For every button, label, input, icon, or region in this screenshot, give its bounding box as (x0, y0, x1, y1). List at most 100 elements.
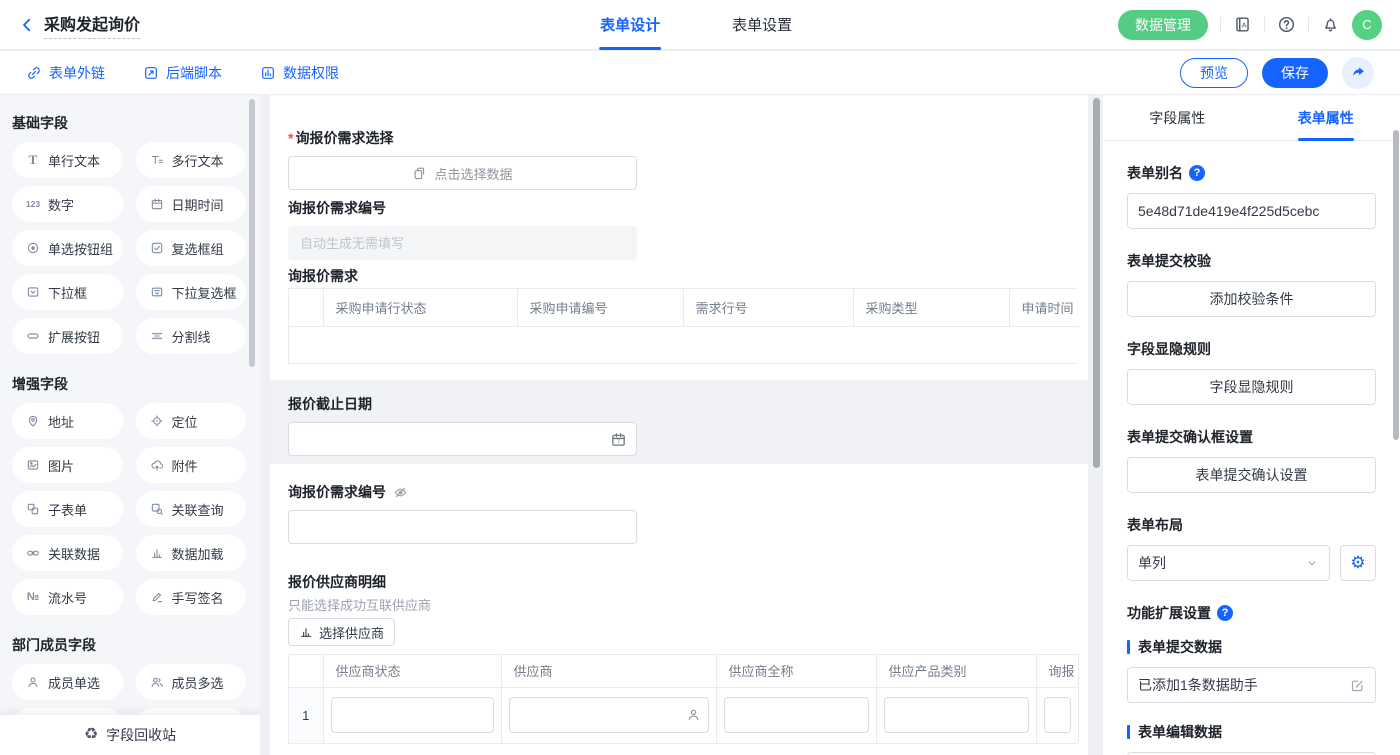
field-pill-select[interactable]: 下拉框 (12, 274, 123, 310)
edit-icon[interactable] (1350, 678, 1365, 693)
field-pill-label: 成员单选 (48, 673, 100, 692)
field-pill-signature[interactable]: 手写签名 (136, 579, 247, 615)
field-request-code-hidden[interactable]: 询报价需求编号 (288, 482, 1078, 544)
number-icon: 123 (24, 199, 42, 209)
field-request-table[interactable]: 询报价需求 采购申请行状态采购申请编号需求行号采购类型申请时间 (288, 266, 1078, 364)
canvas-scrollbar[interactable] (1093, 98, 1100, 468)
gear-icon: ⚙ (1350, 553, 1365, 573)
data-assistant-value: 已添加1条数据助手 (1138, 675, 1258, 695)
field-pill-lookup[interactable]: 关联查询 (136, 491, 247, 527)
hidden-code-input[interactable] (288, 510, 637, 544)
notification-bell-icon[interactable] (1321, 15, 1340, 34)
request-table: 采购申请行状态采购申请编号需求行号采购类型申请时间 (289, 289, 1079, 363)
field-pill-radio-group[interactable]: 单选按钮组 (12, 230, 123, 266)
field-pill-serial-number[interactable]: №流水号 (12, 579, 123, 615)
supplier-input[interactable] (509, 697, 709, 733)
select-data-box[interactable]: 点击选择数据 (288, 156, 637, 190)
form-canvas: *询报价需求选择 点击选择数据 询报价需求编号 询报价需求 采购申请行状态采购申… (270, 95, 1088, 755)
multi-select-icon (148, 285, 166, 299)
add-validation-button[interactable]: 添加校验条件 (1127, 281, 1376, 317)
field-pill-divider[interactable]: 分割线 (136, 318, 247, 354)
back-button[interactable] (18, 16, 36, 34)
choose-supplier-button[interactable]: 选择供应商 (288, 618, 395, 646)
field-label: 询报价需求编号 (288, 482, 386, 502)
field-pill-single-line-text[interactable]: T单行文本 (12, 142, 123, 178)
chevron-down-icon (1305, 556, 1319, 570)
divider (1308, 17, 1309, 32)
field-pill-datetime[interactable]: 日期时间 (136, 186, 247, 222)
field-supplier-detail[interactable]: 报价供应商明细 只能选择成功互联供应商 选择供应商 供应商状态供应商供应商全称供… (288, 572, 1078, 744)
field-pill-subform[interactable]: 子表单 (12, 491, 123, 527)
submit-data-section: 表单提交数据 (1127, 637, 1376, 657)
field-pill-label: 分割线 (172, 327, 211, 346)
field-pill-label: 手写签名 (172, 588, 224, 607)
form-alias-input[interactable] (1127, 193, 1376, 229)
divider (1264, 17, 1265, 32)
share-button[interactable] (1342, 57, 1374, 89)
sidebar-scrollbar[interactable] (249, 99, 255, 367)
address-book-icon[interactable]: A (1233, 15, 1252, 34)
supplier-fullname-input[interactable] (724, 697, 869, 733)
column-header: 采购申请行状态 (323, 289, 517, 326)
address-icon (24, 414, 42, 428)
field-request-code[interactable]: 询报价需求编号 (288, 198, 1078, 260)
submit-confirm-button[interactable]: 表单提交确认设置 (1127, 457, 1376, 493)
field-section: 基础字段T单行文本多行文本123数字日期时间单选按钮组复选框组下拉框下拉复选框扩… (12, 113, 246, 354)
preview-button[interactable]: 预览 (1180, 58, 1248, 88)
field-pill-linked-data[interactable]: 关联数据 (12, 535, 123, 571)
datetime-icon (148, 197, 166, 211)
toolbar-links: 表单外链 后端脚本 数据权限 (26, 63, 339, 83)
tab-form-settings[interactable]: 表单设置 (732, 0, 792, 50)
field-pill-image[interactable]: 图片 (12, 447, 123, 483)
save-button[interactable]: 保存 (1262, 58, 1328, 88)
svg-text:A: A (1242, 21, 1247, 29)
group-field-visibility: 字段显隐规则 字段显隐规则 (1127, 339, 1376, 405)
column-header (289, 289, 323, 326)
row-index: 1 (289, 687, 323, 743)
field-pill-extend-button[interactable]: 扩展按钮 (12, 318, 123, 354)
toolbar-link-script[interactable]: 后端脚本 (143, 63, 222, 83)
data-assistant-box[interactable]: 已添加1条数据助手 (1127, 667, 1376, 703)
tab-form-design[interactable]: 表单设计 (600, 0, 660, 50)
supplier-status-input[interactable] (331, 697, 494, 733)
data-manage-button[interactable]: 数据管理 (1118, 10, 1208, 40)
field-pill-number[interactable]: 123数字 (12, 186, 123, 222)
app: 采购发起询价 表单设计 表单设置 数据管理 A C 表单外链 后端脚本 数据权限 预… (0, 0, 1400, 755)
layout-settings-button[interactable]: ⚙ (1340, 545, 1376, 581)
help-circle-icon[interactable]: ? (1217, 605, 1233, 621)
toolbar-link-permission[interactable]: 数据权限 (260, 63, 339, 83)
field-pill-member-single[interactable]: 成员单选 (12, 664, 123, 700)
field-pill-multi-select[interactable]: 下拉复选框 (136, 274, 247, 310)
page-title[interactable]: 采购发起询价 (44, 11, 140, 39)
supply-category-input[interactable] (884, 697, 1029, 733)
section-marker (1127, 640, 1130, 654)
date-input[interactable]: 7 (288, 422, 637, 456)
field-pill-member-multi[interactable]: 成员多选 (136, 664, 247, 700)
field-request-select[interactable]: *询报价需求选择 点击选择数据 (288, 128, 1078, 190)
field-visibility-button[interactable]: 字段显隐规则 (1127, 369, 1376, 405)
field-pill-attachment[interactable]: 附件 (136, 447, 247, 483)
field-recycle-bin[interactable]: ♻ 字段回收站 (0, 715, 260, 755)
quote-input[interactable] (1044, 697, 1072, 733)
field-section: 增强字段地址定位图片附件子表单关联查询关联数据数据加载№流水号手写签名 (12, 374, 246, 615)
tab-field-properties[interactable]: 字段属性 (1103, 95, 1252, 140)
field-quote-deadline-selected[interactable]: 报价截止日期 7 (270, 380, 1088, 464)
toolbar-link-link[interactable]: 表单外链 (26, 63, 105, 83)
group-extensions: 功能扩展设置 ? 表单提交数据 已添加1条数据助手 表单编辑数据 添加操作 (1127, 603, 1376, 755)
field-pill-label: 图片 (48, 456, 74, 475)
panel-scrollbar[interactable] (1393, 130, 1399, 440)
section-marker (1127, 725, 1130, 739)
field-pill-checkbox-group[interactable]: 复选框组 (136, 230, 247, 266)
submit-confirm-label: 表单提交确认框设置 (1127, 427, 1253, 447)
field-pill-data-load[interactable]: 数据加载 (136, 535, 247, 571)
help-icon[interactable] (1277, 15, 1296, 34)
layout-select[interactable]: 单列 (1127, 545, 1330, 581)
tab-form-properties[interactable]: 表单属性 (1252, 95, 1400, 140)
field-pill-location[interactable]: 定位 (136, 403, 247, 439)
avatar[interactable]: C (1352, 10, 1382, 40)
field-pill-address[interactable]: 地址 (12, 403, 123, 439)
member-multi-icon (148, 675, 166, 689)
field-pill-label: 下拉复选框 (172, 283, 237, 302)
field-pill-multi-line-text[interactable]: 多行文本 (136, 142, 247, 178)
help-circle-icon[interactable]: ? (1189, 165, 1205, 181)
